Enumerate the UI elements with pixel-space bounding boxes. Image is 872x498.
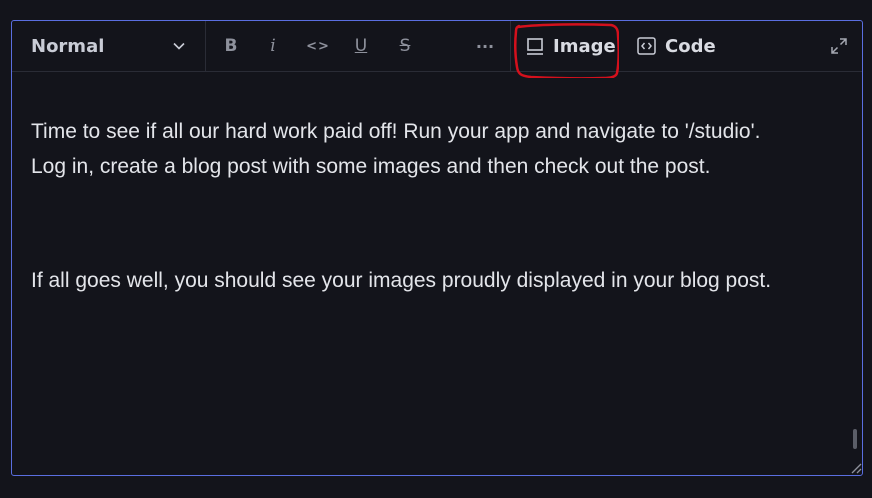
insert-image-button[interactable]: Image [526, 33, 616, 59]
italic-button[interactable]: i [262, 33, 284, 59]
bold-button[interactable]: B [220, 33, 242, 59]
paragraph: If all goes well, you should see your im… [31, 269, 772, 292]
code-block-icon [637, 37, 656, 55]
italic-icon: i [270, 36, 276, 56]
more-icon: ··· [475, 36, 495, 56]
toolbar-divider [510, 21, 511, 71]
more-options-button[interactable]: ··· [473, 33, 497, 59]
strikethrough-button[interactable]: S [394, 33, 416, 59]
insert-image-label: Image [553, 35, 616, 57]
insert-code-label: Code [665, 35, 716, 57]
underline-button[interactable]: U [350, 33, 372, 59]
inline-code-button[interactable]: <> [306, 33, 330, 59]
scrollbar-thumb[interactable] [853, 429, 857, 449]
bold-icon: B [224, 36, 238, 56]
chevron-down-icon [173, 42, 185, 50]
resize-handle-icon[interactable] [850, 462, 862, 474]
inline-code-icon: <> [306, 38, 330, 54]
expand-icon [831, 38, 847, 54]
insert-code-button[interactable]: Code [637, 33, 716, 59]
strikethrough-icon: S [399, 36, 411, 56]
paragraph: Time to see if all our hard work paid of… [31, 120, 761, 178]
editor-content[interactable]: Time to see if all our hard work paid of… [31, 115, 791, 299]
underline-icon: U [354, 36, 368, 56]
editor-toolbar: Normal B i <> U S ··· Image Code [12, 21, 862, 72]
block-style-value: Normal [31, 36, 105, 57]
expand-button[interactable] [829, 33, 849, 59]
rich-text-editor: Normal B i <> U S ··· Image Code Time to… [11, 20, 863, 476]
block-style-dropdown[interactable]: Normal [12, 21, 206, 71]
image-block-icon [527, 38, 543, 55]
